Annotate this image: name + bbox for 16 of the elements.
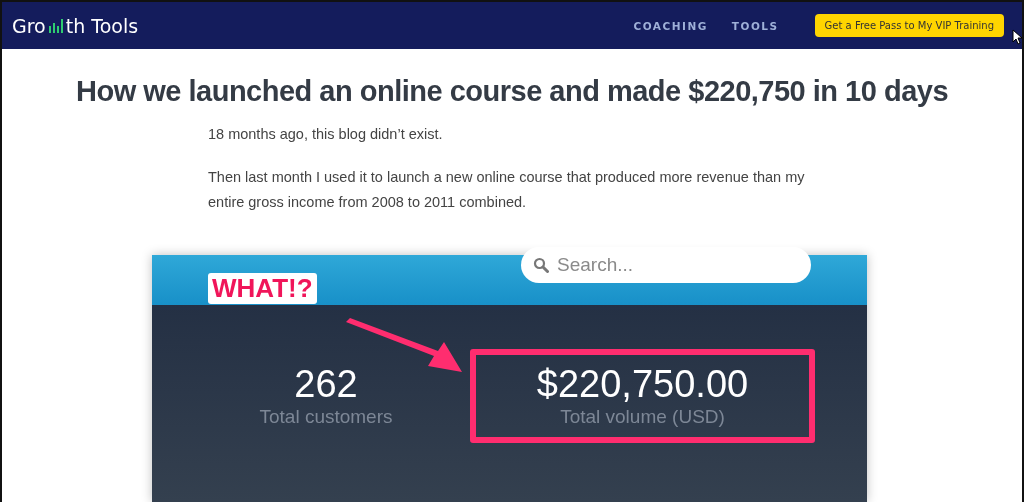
nav-link[interactable]: COACHING [633,19,708,32]
search-input[interactable]: Search... [557,253,787,277]
cta-button[interactable]: Get a Free Pass to My VIP Training [814,14,1004,37]
article-title: How we launched an online course and made $220,750 in 10 days [75,75,949,108]
stat-value: $220,750.00 [536,363,749,406]
annotation-text: WHAT!? [208,273,317,304]
stat-label: Total customers [259,406,393,428]
nav-link[interactable]: TOOLS [731,19,779,32]
stat-label: Total volume (USD) [560,406,725,428]
logo-text: th Tools [65,14,139,37]
stat-value: 262 [294,363,358,406]
search-icon [533,257,549,273]
paragraph: Then last month I used it to launch a new online course that produced more revenue than my entire gross income from 2008 to 2011 combined. [208,168,806,212]
bar-chart-icon [48,16,63,33]
logo-text: Gro [12,14,46,37]
paragraph: 18 months ago, this blog didn’t exist. [208,125,444,144]
